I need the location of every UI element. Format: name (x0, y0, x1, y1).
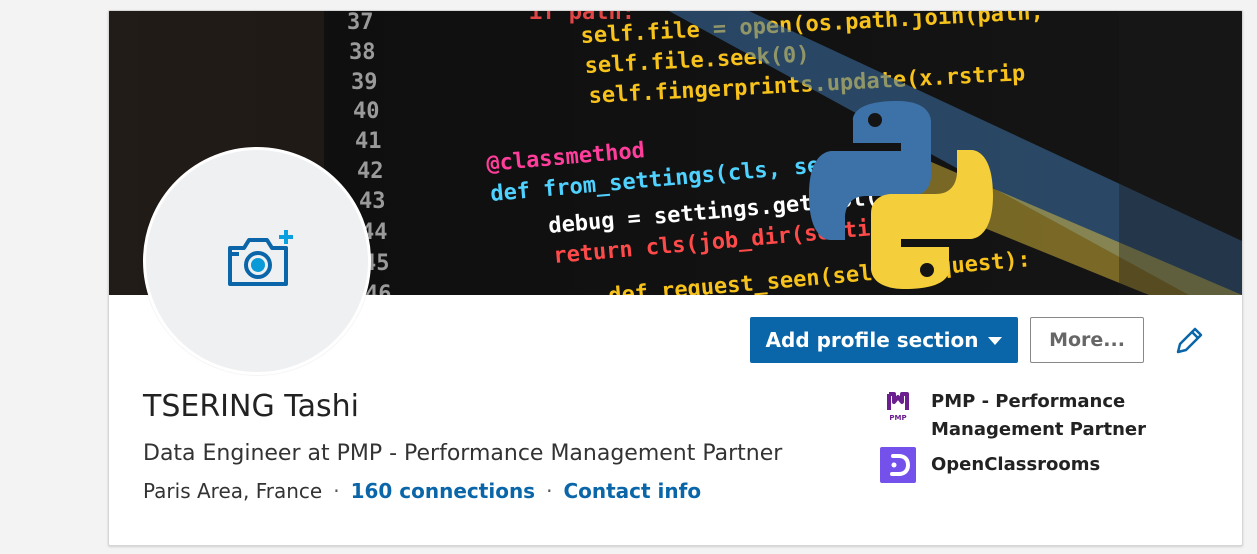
caret-down-icon (988, 337, 1003, 345)
more-button[interactable]: More... (1030, 317, 1144, 363)
edit-pencil-icon[interactable] (1172, 324, 1206, 358)
line-number: 37 (347, 11, 374, 35)
org-name: OpenClassrooms (931, 454, 1101, 475)
line-number: 46 (365, 282, 392, 295)
line-number: 43 (359, 189, 386, 214)
add-photo-camera-icon (228, 230, 293, 286)
profile-meta: Paris Area, France · 160 connections · C… (143, 479, 701, 503)
org-item-openclassrooms[interactable]: OpenClassrooms (880, 447, 1161, 483)
profile-location: Paris Area, France (143, 479, 323, 503)
separator-dot: · (546, 479, 553, 503)
separator-dot: · (333, 479, 340, 503)
profile-card: 37 38 39 40 41 42 43 44 45 46 if path: s… (108, 10, 1243, 546)
pmp-logo-icon: PMP (880, 388, 916, 424)
add-profile-section-button[interactable]: Add profile section (750, 317, 1018, 363)
openclassrooms-logo-icon (880, 447, 916, 483)
connections-link[interactable]: 160 connections (351, 479, 536, 503)
pmp-logo-text: PMP (889, 414, 906, 422)
line-number: 39 (351, 70, 378, 95)
org-item-pmp[interactable]: PMP PMP - Performance Management Partner (880, 388, 1161, 444)
org-name: PMP - Performance Management Partner (931, 391, 1146, 440)
add-profile-section-label: Add profile section (765, 328, 979, 352)
line-number: 38 (349, 40, 376, 65)
line-number: 42 (357, 159, 384, 184)
line-number: 41 (355, 129, 382, 154)
profile-photo-placeholder[interactable] (143, 147, 371, 375)
profile-name: TSERING Tashi (143, 389, 359, 424)
contact-info-link[interactable]: Contact info (563, 479, 701, 503)
line-number: 40 (353, 99, 380, 124)
profile-headline: Data Engineer at PMP - Performance Manag… (143, 441, 783, 466)
